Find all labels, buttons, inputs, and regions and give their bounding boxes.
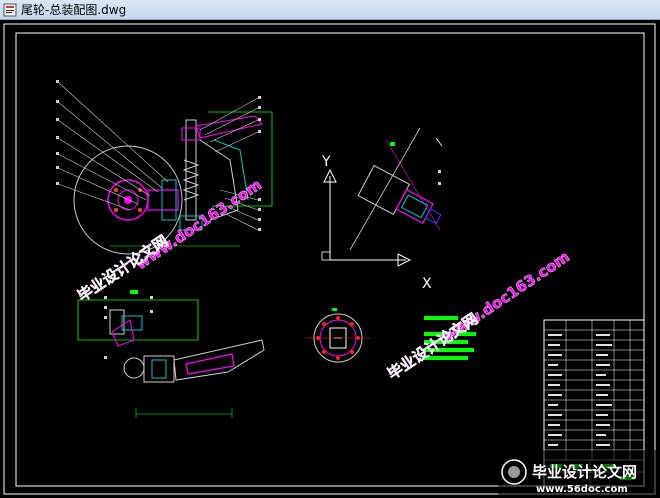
window-title: 尾轮-总装配图.dwg [21, 3, 127, 17]
oblique-view [321, 127, 443, 267]
watermark-b: www.doc163.com 毕业设计论文网 [384, 247, 573, 384]
corner-watermark: 毕业设计论文网 www.56doc.com [498, 450, 658, 496]
watermark-a-name: 毕业设计论文网 [74, 232, 171, 306]
drawing-file-icon [3, 3, 17, 16]
watermark-b-name: 毕业设计论文网 [384, 310, 481, 384]
corner-watermark-name: 毕业设计论文网 [532, 463, 637, 481]
cad-window: 尾轮-总装配图.dwg Y X www.doc163.com 毕业设计论文网 w… [0, 0, 660, 498]
main-assembly-view [56, 80, 273, 255]
axis-x-label: X [422, 276, 432, 292]
arm-side-view [77, 290, 265, 418]
axis-y-label: Y [321, 154, 331, 170]
drawing-svg: Y X www.doc163.com 毕业设计论文网 www.doc163.co… [3, 23, 658, 496]
watermark-a: www.doc163.com 毕业设计论文网 [74, 175, 265, 306]
flange-detail-view [306, 308, 370, 363]
drawing-canvas[interactable]: Y X www.doc163.com 毕业设计论文网 www.doc163.co… [0, 20, 660, 498]
corner-watermark-url: www.56doc.com [536, 484, 628, 495]
title-bar[interactable]: 尾轮-总装配图.dwg [0, 0, 660, 20]
